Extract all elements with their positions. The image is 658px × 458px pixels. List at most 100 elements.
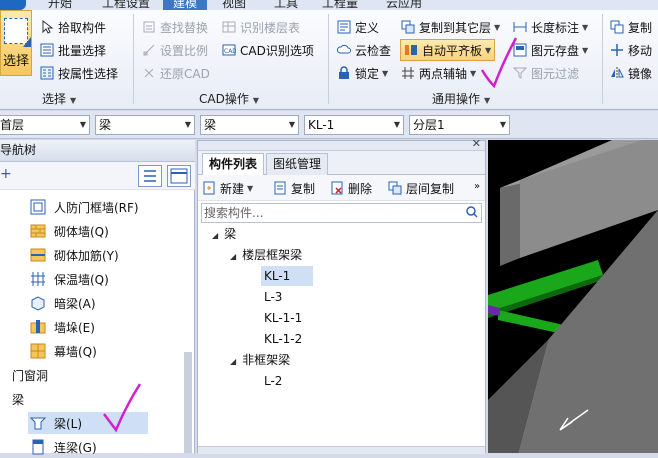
- cad-group-label[interactable]: CAD操作 ▼: [199, 90, 259, 107]
- 3d-viewport[interactable]: [488, 140, 658, 453]
- delete-button[interactable]: 删除: [330, 178, 372, 198]
- batch-select-button[interactable]: 批量选择: [40, 40, 106, 60]
- reinforcement-icon: [30, 247, 46, 263]
- common-group-label[interactable]: 通用操作 ▼: [432, 90, 490, 107]
- nav-item-curtain-wall[interactable]: 幕墙(Q): [30, 340, 97, 362]
- tab-modeling[interactable]: 建模: [163, 0, 208, 10]
- select-group-label[interactable]: 选择 ▼: [42, 90, 76, 107]
- nav-scrollbar-thumb[interactable]: [184, 352, 192, 453]
- beam-icon: [29, 415, 47, 431]
- tree-item-l-3[interactable]: L-3: [264, 287, 282, 307]
- detail-view-icon[interactable]: [167, 165, 191, 187]
- category-select[interactable]: 梁 ▼: [95, 115, 195, 135]
- 3d-scene: [488, 140, 658, 453]
- search-icon[interactable]: [466, 205, 478, 224]
- door-frame-wall-icon: [30, 199, 46, 215]
- tree-item-kl-1-2[interactable]: KL-1-2: [264, 329, 302, 349]
- annotation-check-mark: [103, 383, 142, 433]
- nav-title: 导航树: [0, 143, 37, 157]
- tree-group-non-frame-beam[interactable]: ◢ 非框架梁: [230, 350, 290, 370]
- copy-icon: [610, 20, 624, 34]
- expanded-triangle-icon: ◢: [230, 252, 237, 261]
- identify-floor-table-button[interactable]: 识别楼层表: [222, 17, 300, 37]
- set-scale-button[interactable]: 设置比例: [142, 40, 208, 60]
- tab-tools[interactable]: 工具: [274, 0, 298, 10]
- add-icon[interactable]: +: [0, 166, 12, 182]
- cloud-check-button[interactable]: 云检查: [337, 40, 391, 60]
- copy-floor-icon: [401, 20, 415, 34]
- tab-start[interactable]: 开始: [48, 0, 72, 10]
- restore-cad-button[interactable]: 还原CAD: [142, 63, 210, 83]
- layer-select[interactable]: 分层1 ▼: [409, 115, 510, 135]
- nav-item-civil-defense-door-wall[interactable]: 人防门框墙(RF): [30, 196, 139, 218]
- attribute-select-icon: [40, 66, 54, 80]
- list-view-icon[interactable]: [138, 165, 162, 187]
- nav-group-beam[interactable]: 梁: [0, 388, 24, 410]
- pick-component-button[interactable]: 拾取构件: [40, 17, 106, 37]
- nav-item-masonry-reinforcement[interactable]: 砌体加筋(Y): [30, 244, 119, 266]
- delete-icon: [330, 181, 344, 195]
- nav-toolbar: +: [0, 162, 195, 190]
- cad-recognition-options-button[interactable]: CAD CAD识别选项: [222, 40, 314, 60]
- tree-item-l-2[interactable]: L-2: [264, 371, 282, 391]
- two-point-axis-button[interactable]: 两点辅轴 ▼: [401, 63, 476, 83]
- move-button[interactable]: 移动: [610, 40, 652, 60]
- ribbon: 选择 拾取构件 批量选择 按属性选择 选择 ▼ 查找替换 识别楼层表 设置比例 C…: [0, 10, 658, 110]
- mirror-button[interactable]: 镜像: [610, 63, 652, 83]
- element-filter-button[interactable]: 图元过滤: [513, 63, 579, 83]
- tab-component-list[interactable]: 构件列表: [202, 153, 265, 175]
- masonry-wall-icon: [30, 223, 46, 239]
- lock-button[interactable]: 锁定 ▼: [337, 63, 388, 83]
- tab-view[interactable]: 视图: [222, 0, 246, 10]
- folder-icon: [0, 391, 4, 407]
- cad-options-icon: CAD: [222, 43, 236, 57]
- component-search-input[interactable]: 搜索构件...: [201, 203, 482, 223]
- nav-item-masonry-wall[interactable]: 砌体墙(Q): [30, 220, 109, 242]
- define-icon: [337, 20, 351, 34]
- new-button[interactable]: 新建 ▼: [202, 178, 253, 198]
- axis-grid-icon: [401, 66, 415, 80]
- lock-icon: [337, 66, 351, 80]
- nav-group-doors-windows[interactable]: 门窗洞: [0, 364, 48, 386]
- component-tabs: 构件列表 图纸管理: [198, 151, 485, 175]
- copy-component-button[interactable]: 复制: [273, 178, 315, 198]
- copy-button[interactable]: 复制: [610, 17, 652, 37]
- group-divider: [328, 14, 329, 104]
- new-icon: [202, 181, 216, 195]
- more-chevron-icon[interactable]: »: [474, 181, 480, 192]
- component-select[interactable]: KL-1 ▼: [304, 115, 404, 135]
- copy-between-floors-button[interactable]: 层间复制: [388, 178, 454, 198]
- filter-toolbar: 首层 ▼ 梁 ▼ 梁 ▼ KL-1 ▼ 分层1 ▼: [0, 111, 658, 139]
- find-replace-icon: [142, 20, 156, 34]
- find-replace-button[interactable]: 查找替换: [142, 17, 208, 37]
- tree-item-kl-1-1[interactable]: KL-1-1: [264, 308, 302, 328]
- tree-root-beam[interactable]: ◢ 梁: [212, 224, 236, 244]
- type-select[interactable]: 梁 ▼: [200, 115, 299, 135]
- menu-tab-strip: 开始 工程设置 建模 视图 工具 工程量 云应用: [0, 0, 658, 10]
- nav-item-hidden-beam[interactable]: 暗梁(A): [30, 292, 96, 314]
- close-icon[interactable]: ✕: [472, 137, 481, 150]
- tab-drawing-management[interactable]: 图纸管理: [266, 153, 329, 175]
- nav-item-wall-pier[interactable]: 墙垛(E): [30, 316, 95, 338]
- tree-group-floor-frame-beam[interactable]: ◢ 楼层框架梁: [230, 245, 302, 265]
- wall-block-side: [500, 180, 520, 266]
- floor-select[interactable]: 首层 ▼: [0, 115, 90, 135]
- nav-item-coupling-beam[interactable]: 连梁(G): [30, 436, 97, 458]
- tree-item-kl-1[interactable]: KL-1: [261, 266, 313, 286]
- folder-icon: [0, 367, 4, 383]
- mirror-icon: [610, 66, 624, 80]
- length-dimension-button[interactable]: 长度标注 ▼: [513, 17, 588, 37]
- scale-icon: [142, 43, 156, 57]
- app-logo[interactable]: [0, 0, 26, 10]
- floor-table-icon: [222, 20, 236, 34]
- nav-item-insulation-wall[interactable]: 保温墙(Q): [30, 268, 109, 290]
- wall-pier-icon: [30, 319, 46, 335]
- tab-quantities[interactable]: 工程量: [322, 0, 358, 10]
- select-by-attribute-button[interactable]: 按属性选择: [40, 63, 118, 83]
- select-button[interactable]: 选择: [0, 10, 32, 76]
- tab-project-settings[interactable]: 工程设置: [102, 0, 150, 10]
- define-button[interactable]: 定义: [337, 17, 379, 37]
- tab-cloud[interactable]: 云应用: [386, 0, 422, 10]
- cloud-icon: [337, 43, 351, 57]
- save-element-button[interactable]: 图元存盘 ▼: [513, 40, 588, 60]
